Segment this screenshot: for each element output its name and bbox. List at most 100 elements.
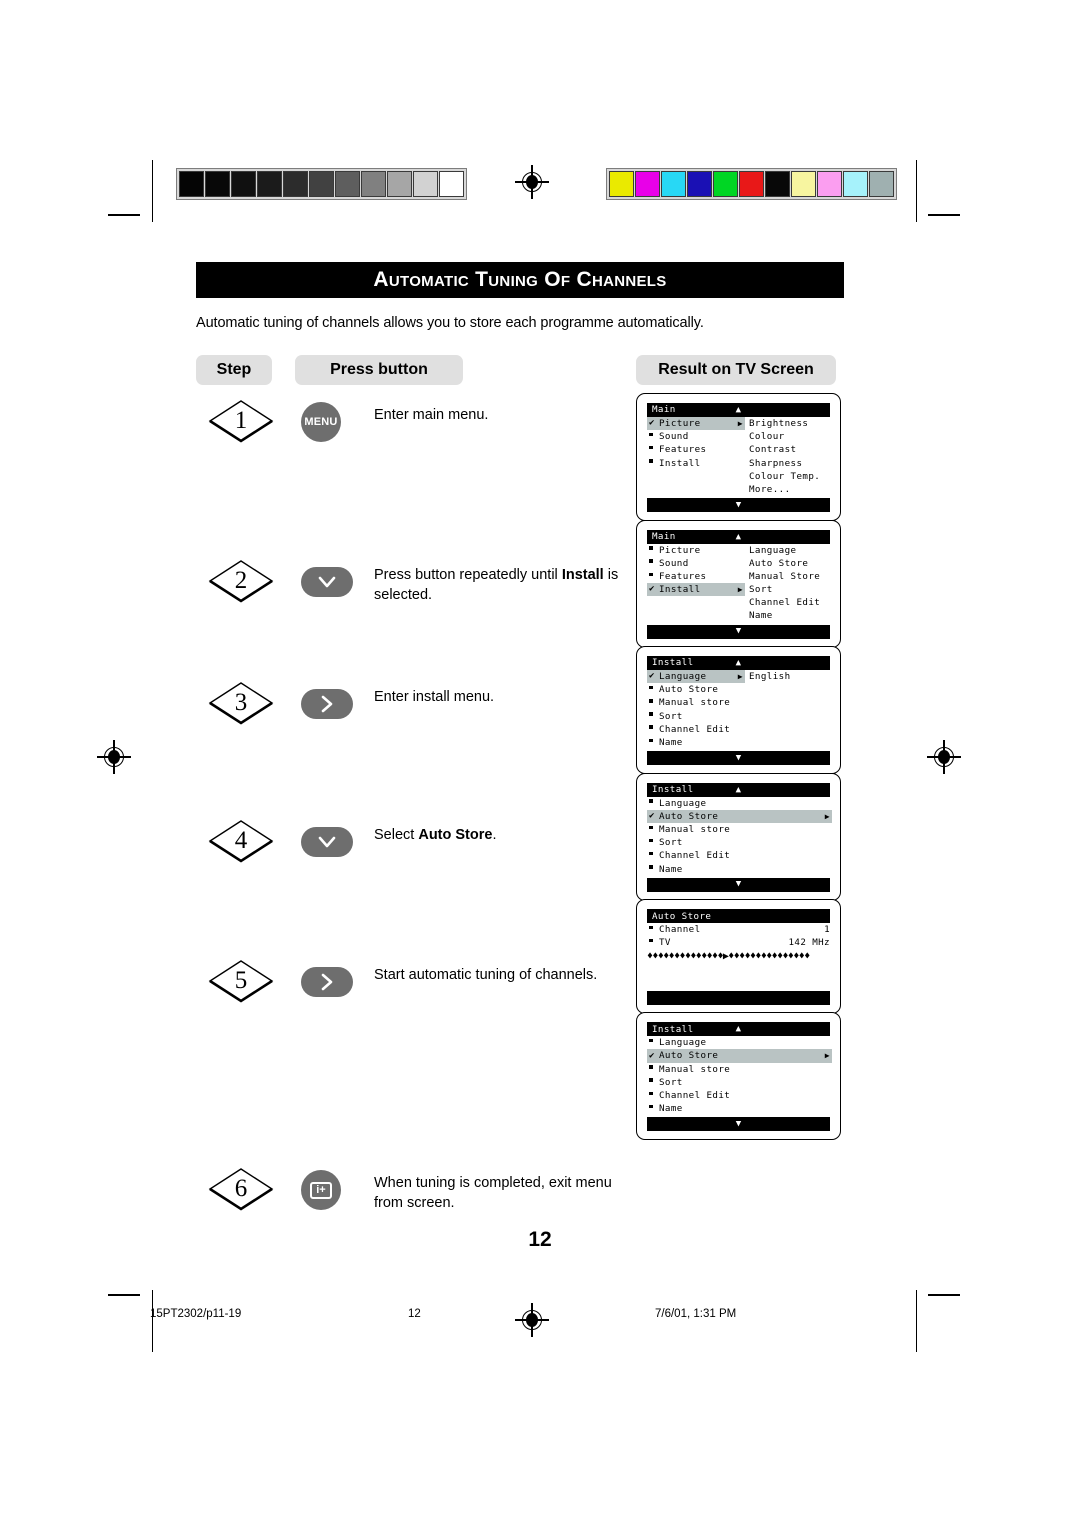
bullet-icon bbox=[649, 685, 659, 694]
osd-menu-item[interactable]: Manual store bbox=[647, 823, 832, 836]
osd-menu: Install ▲ Language ✔ Auto Store ▶ Manual store… bbox=[647, 1022, 832, 1132]
osd-menu-item[interactable]: Manual store bbox=[647, 696, 745, 709]
scroll-down-icon[interactable]: ▼ bbox=[736, 752, 741, 765]
bullet-icon bbox=[649, 799, 659, 808]
bullet-icon bbox=[649, 1038, 659, 1047]
osd-menu-title: Main bbox=[652, 404, 676, 416]
osd-menu-item[interactable]: Language bbox=[647, 1036, 832, 1049]
color-swatch bbox=[609, 171, 634, 197]
osd-submenu-item[interactable]: Colour bbox=[747, 430, 830, 443]
tv-screen-panel: Install ▲ Language ✔ Auto Store ▶ Manual store… bbox=[636, 1012, 841, 1141]
osd-footer-bar: ▼ bbox=[647, 498, 830, 513]
page-content: Automatic Tuning of Channels Automatic t… bbox=[196, 262, 844, 1211]
chevron-down-icon[interactable] bbox=[301, 827, 353, 857]
osd-menu-item[interactable]: Channel Edit bbox=[647, 849, 832, 862]
osd-menu-item-label: Manual store bbox=[659, 823, 731, 835]
osd-menu-item[interactable]: Language bbox=[647, 797, 832, 810]
color-swatch bbox=[661, 171, 686, 197]
osd-submenu-item[interactable]: Sort bbox=[747, 583, 830, 596]
registration-mark-top bbox=[515, 165, 549, 199]
osd-submenu-item[interactable]: Name bbox=[747, 609, 830, 622]
column-header-row: Step Press button Result on TV Screen bbox=[196, 355, 844, 385]
osd-menu-item[interactable]: ✔ Picture ▶ bbox=[647, 417, 745, 431]
scroll-up-icon[interactable]: ▲ bbox=[736, 403, 742, 417]
osd-menu-item[interactable]: ✔ Auto Store ▶ bbox=[647, 1049, 832, 1063]
osd-columns: Language ✔ Auto Store ▶ Manual store Sort Chan… bbox=[647, 1036, 832, 1115]
chevron-right-icon[interactable] bbox=[301, 689, 353, 719]
osd-body: ✔ Language ▶ Auto Store Manual store Sort Chan… bbox=[647, 670, 830, 749]
osd-menu-item[interactable]: Sound bbox=[647, 430, 745, 443]
color-swatch bbox=[817, 171, 842, 197]
osd-menu-item[interactable]: Channel Edit bbox=[647, 723, 745, 736]
scroll-up-icon[interactable]: ▲ bbox=[736, 656, 742, 670]
osd-menu-item[interactable]: Manual store bbox=[647, 1063, 832, 1076]
osd-menu-item-label: Auto Store bbox=[659, 810, 719, 822]
osd-right-column bbox=[832, 1036, 834, 1115]
osd-submenu-item[interactable]: Auto Store bbox=[747, 557, 830, 570]
scroll-down-icon[interactable]: ▼ bbox=[736, 878, 741, 891]
grayscale-calibration-bar bbox=[176, 168, 467, 200]
osd-submenu-item[interactable]: More... bbox=[747, 483, 830, 496]
scroll-down-icon[interactable]: ▼ bbox=[736, 1118, 741, 1131]
osd-menu-item[interactable]: Sort bbox=[647, 710, 745, 723]
osd-menu-item[interactable]: Name bbox=[647, 1102, 832, 1115]
step-text-plain: When tuning is completed, exit menu from… bbox=[374, 1175, 612, 1211]
grayscale-swatch bbox=[231, 171, 256, 197]
step-row: 4 Select Auto Store. bbox=[196, 819, 628, 879]
osd-menu-item[interactable]: Channel Edit bbox=[647, 1089, 832, 1102]
osd-menu-item[interactable]: Name bbox=[647, 863, 832, 876]
osd-menu-item[interactable]: Sort bbox=[647, 836, 832, 849]
osd-menu-item[interactable]: Sort bbox=[647, 1076, 832, 1089]
chevron-down-icon[interactable] bbox=[301, 567, 353, 597]
osd-menu: Install ▲ Language ✔ Auto Store ▶ Manual store… bbox=[647, 782, 832, 892]
osd-footer-bar: ▼ bbox=[647, 877, 830, 892]
osd-submenu-item[interactable]: Contrast bbox=[747, 443, 830, 456]
osd-menu-item[interactable]: ✔ Auto Store ▶ bbox=[647, 809, 832, 823]
osd-submenu-item[interactable]: Brightness bbox=[747, 417, 830, 430]
osd-menu-item[interactable]: Install bbox=[647, 457, 745, 470]
scroll-up-icon[interactable]: ▲ bbox=[736, 783, 742, 797]
osd-menu-item-label: Sound bbox=[659, 557, 689, 569]
chevron-right-icon[interactable] bbox=[301, 967, 353, 997]
osd-menu-item[interactable]: ✔ Install ▶ bbox=[647, 583, 745, 597]
osd-left-column: Picture Sound Features ✔ Install ▶ bbox=[647, 544, 745, 623]
osd-title-bar: Main ▲ bbox=[647, 403, 830, 417]
scroll-down-icon[interactable]: ▼ bbox=[736, 499, 741, 512]
bullet-icon bbox=[649, 1078, 659, 1087]
osd-right-column bbox=[832, 797, 834, 876]
osd-submenu-item[interactable]: Sharpness bbox=[747, 457, 830, 470]
osd-submenu-item[interactable]: Colour Temp. bbox=[747, 470, 830, 483]
step-text-plain: Enter install menu. bbox=[374, 689, 495, 705]
osd-value-row: Channel 1 bbox=[647, 923, 830, 936]
osd-menu-item[interactable]: Features bbox=[647, 443, 745, 456]
registration-mark-right bbox=[927, 740, 961, 774]
osd-submenu-item[interactable]: Channel Edit bbox=[747, 596, 830, 609]
osd-menu-item-label: Sort bbox=[659, 710, 683, 722]
osd-menu-item[interactable]: Picture bbox=[647, 544, 745, 557]
osd-menu-item[interactable]: Auto Store bbox=[647, 683, 745, 696]
osd-menu-item[interactable]: ✔ Language ▶ bbox=[647, 670, 745, 684]
crop-tick-bottom-right bbox=[928, 1294, 960, 1296]
osd-right-column: Language Auto Store Manual Store Sort Channe… bbox=[745, 544, 830, 623]
osd-submenu-item[interactable]: Language bbox=[747, 544, 830, 557]
scroll-up-icon[interactable]: ▲ bbox=[736, 1022, 742, 1036]
osd-menu-item[interactable]: Sound bbox=[647, 557, 745, 570]
osd-menu-item-label: Name bbox=[659, 863, 683, 875]
scroll-down-icon[interactable]: ▼ bbox=[736, 625, 741, 638]
osd-menu-item-label: Channel Edit bbox=[659, 850, 731, 862]
header-step: Step bbox=[196, 355, 272, 385]
tuning-progress-bar: ♦♦♦♦♦♦♦♦♦♦♦♦♦♦▶♦♦♦♦♦♦♦♦♦♦♦♦♦♦♦ bbox=[647, 950, 810, 962]
bullet-icon bbox=[649, 938, 659, 947]
step-description: Select Auto Store. bbox=[374, 825, 624, 845]
bullet-icon bbox=[649, 546, 659, 555]
osd-menu-item[interactable]: Features bbox=[647, 570, 745, 583]
info-plus-icon[interactable]: i+ bbox=[301, 1170, 341, 1210]
scroll-up-icon[interactable]: ▲ bbox=[736, 530, 742, 544]
menu-button[interactable]: MENU bbox=[301, 402, 341, 442]
osd-menu-item-label: Features bbox=[659, 570, 707, 582]
osd-submenu-item[interactable]: English bbox=[747, 670, 830, 683]
step-number: 1 bbox=[234, 407, 248, 434]
osd-left-column: ✔ Language ▶ Auto Store Manual store Sort Chan… bbox=[647, 670, 745, 749]
osd-submenu-item[interactable]: Manual Store bbox=[747, 570, 830, 583]
osd-menu-item[interactable]: Name bbox=[647, 736, 745, 749]
